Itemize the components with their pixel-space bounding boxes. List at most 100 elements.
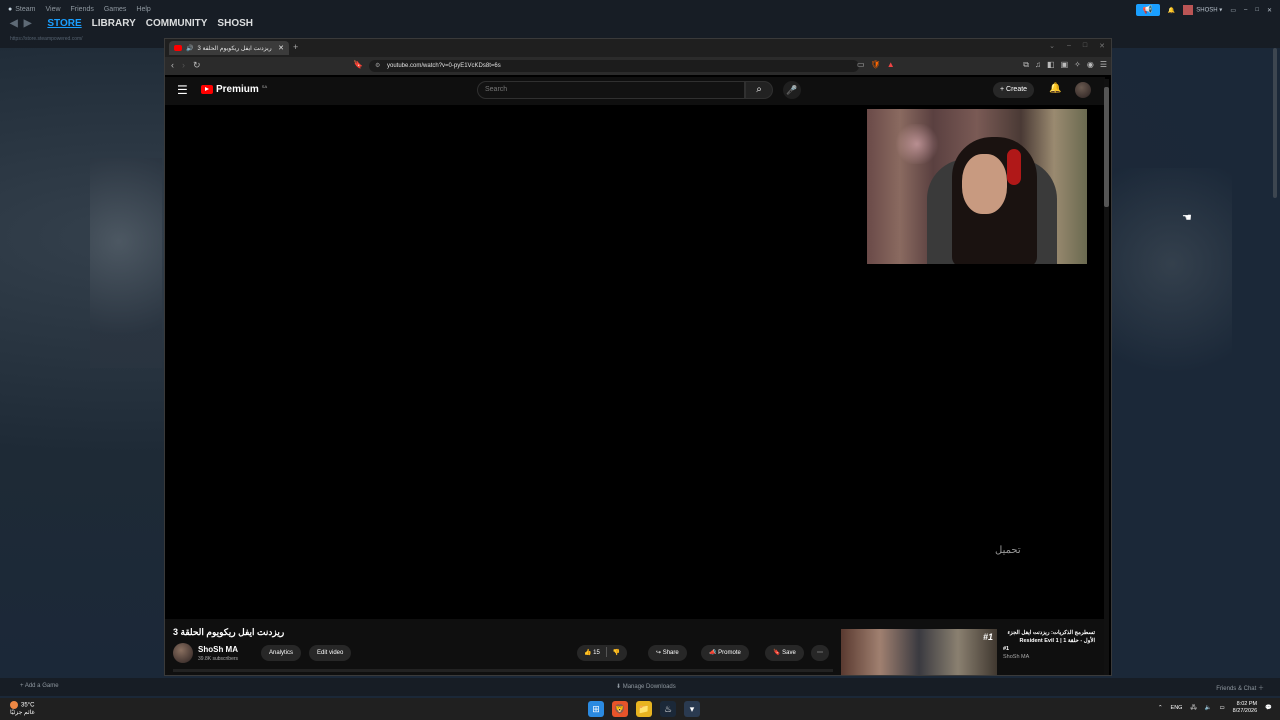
tab-search-icon[interactable]: ⌄ <box>1049 42 1055 50</box>
youtube-logo[interactable]: Premium SA <box>201 84 267 95</box>
subscriber-count: 39.8K subscribers <box>198 656 239 662</box>
promote-label: Promote <box>718 650 741 656</box>
announcement-button[interactable]: 📢 <box>1135 4 1160 16</box>
vpn-icon[interactable]: ◉ <box>1087 60 1094 70</box>
friends-chat-button[interactable]: Friends & Chat ＋ <box>1216 683 1264 692</box>
brave-icon[interactable]: 🦁 <box>612 701 628 717</box>
recommended-video-thumbnail[interactable]: #1 <box>841 629 997 675</box>
menu-help[interactable]: Help <box>136 6 150 13</box>
browser-menu-icon[interactable]: ☰ <box>1100 60 1107 70</box>
clock[interactable]: 8:02 PM 8/27/2026 <box>1233 701 1257 715</box>
create-button[interactable]: + Create <box>993 82 1035 98</box>
url-input[interactable]: ⚙ youtube.com/watch?v=0-pyE1VcKDs8t=6s <box>369 60 859 72</box>
back-icon[interactable]: ‹ <box>171 60 174 71</box>
back-forward-icon[interactable]: ◀▶ <box>10 18 37 29</box>
language-indicator[interactable]: ENG <box>1171 705 1183 711</box>
nav-store[interactable]: STORE <box>47 18 81 29</box>
player-divider <box>173 669 833 672</box>
steam-scrollbar[interactable] <box>1273 48 1277 198</box>
wallet-icon[interactable]: ▣ <box>1061 60 1069 70</box>
avatar[interactable] <box>1075 82 1091 98</box>
cast-icon[interactable]: ▭ <box>857 60 865 69</box>
forward-icon[interactable]: › <box>182 60 185 71</box>
dislike-icon[interactable]: 👎 <box>613 650 620 656</box>
notifications-icon[interactable]: 🔔 <box>1049 83 1061 94</box>
like-button[interactable]: 👍 15 <box>584 650 600 656</box>
page-scrollbar[interactable] <box>1104 79 1109 675</box>
url-text: youtube.com/watch?v=0-pyE1VcKDs8t=6s <box>387 63 501 69</box>
channel-avatar[interactable] <box>173 643 193 663</box>
tab-bar: 🔊 ريزدنت ايفل ريكويوم الحلقة 3 ✕ + ⌄ – □… <box>165 39 1111 57</box>
network-icon[interactable]: 🖧 <box>1190 704 1196 713</box>
notification-icon[interactable]: 🔔 <box>1168 7 1175 14</box>
menu-view[interactable]: View <box>45 6 60 13</box>
video-details: ريزدنت ايفل ريكويوم الحلقة 3 ShoSh MA 39… <box>165 619 1105 675</box>
audio-icon[interactable]: 🔊 <box>186 45 193 52</box>
create-label: Create <box>1006 86 1028 93</box>
scrollbar-thumb[interactable] <box>1104 87 1109 207</box>
video-player[interactable]: تحميل <box>165 105 1105 619</box>
nav-user[interactable]: SHOSH <box>217 18 253 29</box>
sidebar-icon[interactable]: ◧ <box>1047 60 1055 70</box>
browser-minimize-icon[interactable]: – <box>1067 42 1071 50</box>
notification-center-icon[interactable]: 💬 <box>1265 705 1272 711</box>
webcam-overlay <box>867 109 1087 264</box>
menu-games[interactable]: Games <box>104 6 127 13</box>
browser-maximize-icon[interactable]: □ <box>1083 42 1087 50</box>
new-tab-icon[interactable]: + <box>293 42 298 52</box>
save-button[interactable]: 🔖 Save <box>765 645 804 661</box>
analytics-button[interactable]: Analytics <box>261 645 302 661</box>
add-game-label: Add a Game <box>24 683 59 689</box>
clock-date: 8/27/2026 <box>1232 708 1258 714</box>
leo-icon[interactable]: ✧ <box>1074 60 1081 70</box>
reload-icon[interactable]: ↻ <box>193 60 201 71</box>
tray-expand-icon[interactable]: ⌃ <box>1158 705 1163 711</box>
system-tray: ⌃ ENG 🖧 🔈 ▭ 8:02 PM 8/27/2026 💬 <box>1158 701 1272 715</box>
nav-library[interactable]: LIBRARY <box>92 18 136 29</box>
account-menu[interactable]: SHOSH ▾ <box>1183 5 1222 15</box>
user-avatar <box>1183 5 1194 15</box>
browser-close-icon[interactable]: ✕ <box>1099 42 1105 50</box>
start-icon[interactable]: ⊞ <box>588 701 604 717</box>
recommended-video-info[interactable]: تسطرمج الذكريات: ريزدنت ايفل الجزء الأول… <box>1003 629 1095 661</box>
browser-tab[interactable]: 🔊 ريزدنت ايفل ريكويوم الحلقة 3 ✕ <box>169 41 289 55</box>
clock-time: 8:02 PM <box>1236 701 1258 707</box>
brave-rewards-icon[interactable]: ▲ <box>887 60 895 69</box>
close-icon[interactable]: ✕ <box>1267 7 1272 14</box>
big-picture-icon[interactable]: ▭ <box>1230 7 1236 14</box>
search-icon[interactable]: ⌕ <box>745 81 773 99</box>
minimize-icon[interactable]: – <box>1244 7 1247 13</box>
site-info-icon[interactable]: ⚙ <box>375 60 380 72</box>
manage-downloads-button[interactable]: ⬇ Manage Downloads <box>616 683 676 690</box>
edit-video-button[interactable]: Edit video <box>309 645 352 661</box>
search-input[interactable]: Search <box>477 81 745 99</box>
menu-friends[interactable]: Friends <box>71 6 94 13</box>
media-icon[interactable]: ♫ <box>1035 60 1041 70</box>
share-label: Share <box>662 650 679 656</box>
file-explorer-icon[interactable]: 📁 <box>636 701 652 717</box>
brave-shield-icon[interactable]: 🛡 <box>871 60 881 69</box>
extension-icon[interactable]: ⧉ <box>1023 60 1029 70</box>
maximize-icon[interactable]: □ <box>1255 7 1259 13</box>
steam-active-icon[interactable]: ▾ <box>684 701 700 717</box>
video-caption: تحميل <box>995 545 1021 556</box>
hamburger-menu-icon[interactable]: ☰ <box>177 83 188 97</box>
nav-community[interactable]: COMMUNITY <box>146 18 208 29</box>
menu-steam[interactable]: Steam <box>8 6 35 13</box>
promote-button[interactable]: 📣 Promote <box>701 645 749 661</box>
tab-close-icon[interactable]: ✕ <box>278 44 284 52</box>
more-actions-button[interactable]: ⋯ <box>811 645 829 661</box>
bookmark-icon[interactable]: 🔖 <box>353 60 363 69</box>
volume-icon[interactable]: 🔈 <box>1205 705 1212 711</box>
steam-app-icon[interactable]: ♨ <box>660 701 676 717</box>
save-label: Save <box>782 650 796 656</box>
browser-nav-buttons: ‹ › ↻ <box>171 60 201 71</box>
microphone-icon[interactable]: 🎤 <box>783 81 801 99</box>
weather-widget[interactable]: 35°C غائم جزئيًا <box>10 701 35 717</box>
battery-icon[interactable]: ▭ <box>1219 705 1224 711</box>
add-game-button[interactable]: + Add a Game <box>20 683 59 689</box>
webcam-lights <box>887 124 947 164</box>
share-button[interactable]: ↪ Share <box>648 645 687 661</box>
browser-window: 🔊 ريزدنت ايفل ريكويوم الحلقة 3 ✕ + ⌄ – □… <box>164 38 1112 676</box>
channel-name[interactable]: ShoSh MA <box>198 645 238 654</box>
